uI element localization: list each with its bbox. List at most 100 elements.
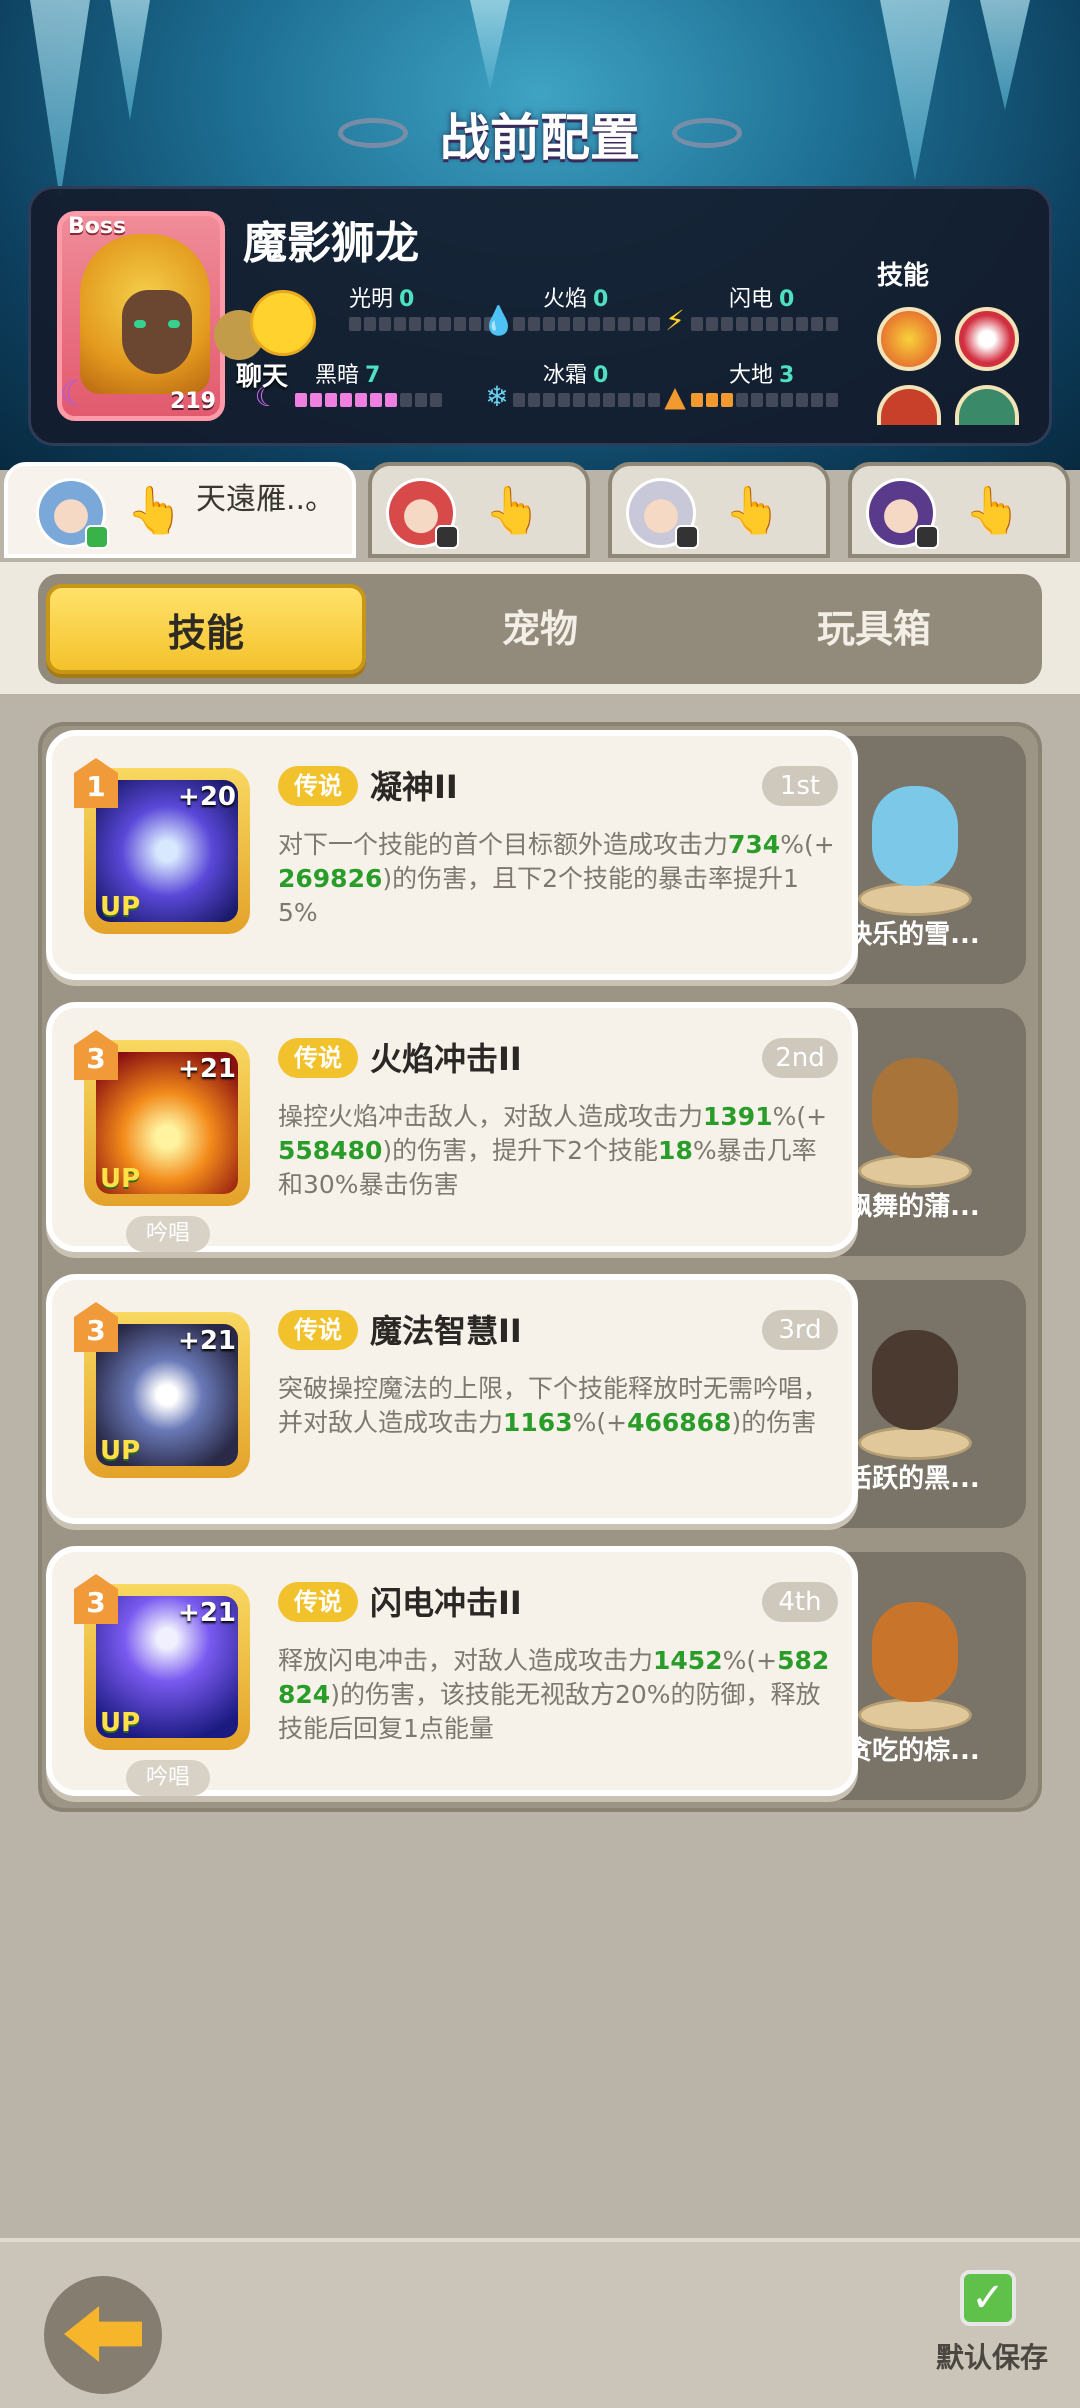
element-bar-segment: [736, 317, 748, 331]
element-bar-segment: [751, 317, 763, 331]
element-bar-segment: [310, 393, 322, 407]
category-tabs-wrap: 技能 宠物 玩具箱: [0, 562, 1080, 694]
skill-order: 4th: [762, 1582, 838, 1622]
element-bar-segment: [691, 393, 703, 407]
skill-name: 魔法智慧II: [370, 1312, 522, 1350]
element-bar-segment: [439, 317, 451, 331]
boss-name: 魔影狮龙: [243, 218, 419, 269]
element-bar-segment: [826, 393, 838, 407]
skill-description: 释放闪电冲击，对敌人造成攻击力1452%(+582824)的伤害，该技能无视敌方…: [278, 1646, 830, 1743]
hero-name: 天遠雁..。: [196, 482, 336, 517]
boss-skill-icon[interactable]: [955, 307, 1019, 371]
element-bar-segment: [513, 393, 525, 407]
chat-label[interactable]: 聊天: [236, 356, 288, 393]
element-bar-segment: [543, 317, 555, 331]
hero-tab-2[interactable]: 👆: [368, 462, 590, 558]
tap-hand-icon: 👆: [964, 483, 1022, 537]
boss-card[interactable]: Boss ☾ 219: [57, 211, 225, 421]
skill-order: 1st: [762, 766, 838, 806]
boss-level: 219: [170, 389, 216, 414]
element-bar-segment: [573, 317, 585, 331]
chant-badge: 吟唱: [126, 1216, 210, 1252]
skill-card-1[interactable]: 1 +20 UP 传说 凝神II 1st 对下一个技能的首个目标额外造成攻击力7…: [46, 730, 858, 980]
element-bar-segment: [751, 393, 763, 407]
tab-skills[interactable]: 技能: [46, 584, 366, 674]
element-bar-segment: [573, 393, 585, 407]
element-bar-segment: [355, 393, 367, 407]
hero-tab-4[interactable]: 👆: [848, 462, 1070, 558]
element-bar-segment: [811, 393, 823, 407]
tab-pets[interactable]: 宠物: [380, 584, 700, 674]
element-bar-segment: [796, 317, 808, 331]
pet-figure: [850, 756, 980, 916]
earth-icon: ▲: [664, 380, 686, 413]
boss-tag: Boss: [68, 214, 127, 239]
element-bar-segment: [385, 393, 397, 407]
element-bar-segment: [588, 393, 600, 407]
element-bar-segment: [766, 393, 778, 407]
skill-card-4[interactable]: 3 +21 UP 吟唱 传说 闪电冲击II 4th 释放闪电冲击，对敌人造成攻击…: [46, 1546, 858, 1796]
element-bar-segment: [430, 393, 442, 407]
rarity-badge: 传说: [278, 1038, 358, 1078]
element-bar-segment: [558, 317, 570, 331]
tap-hand-icon: 👆: [484, 483, 542, 537]
hero-avatar: [626, 478, 699, 549]
boss-skill-icon[interactable]: [877, 385, 941, 425]
fire-icon: 💧: [481, 304, 516, 337]
skill-description: 对下一个技能的首个目标额外造成攻击力734%(+269826)的伤害，且下2个技…: [278, 830, 835, 927]
hero-avatar: [866, 478, 939, 549]
lightning-icon: ⚡: [665, 304, 685, 337]
boss-banner: 战前配置 Boss ☾ 219 魔影狮龙 光明 0 💧 火焰 0 ⚡ 闪电 0 ☾: [0, 0, 1080, 470]
rarity-badge: 传说: [278, 766, 358, 806]
element-bar-segment: [513, 317, 525, 331]
rarity-badge: 传说: [278, 1310, 358, 1350]
element-bar-segment: [603, 317, 615, 331]
rarity-badge: 传说: [278, 1582, 358, 1622]
element-lightning: ⚡ 闪电 0: [659, 281, 879, 341]
pet-figure: [850, 1028, 980, 1188]
tab-toybox[interactable]: 玩具箱: [714, 584, 1034, 674]
category-tabs: 技能 宠物 玩具箱: [38, 574, 1042, 684]
default-save-label[interactable]: 默认保存: [936, 2336, 1048, 2376]
skill-icon: 3 +21 UP: [74, 1030, 250, 1206]
element-bar-segment: [721, 393, 733, 407]
element-bar-segment: [721, 317, 733, 331]
hero-tab-3[interactable]: 👆: [608, 462, 830, 558]
element-bar-segment: [543, 393, 555, 407]
bottom-bar: ✓ 默认保存: [0, 2238, 1080, 2408]
hero-tab-1[interactable]: 👆 天遠雁..。: [4, 462, 356, 558]
back-button[interactable]: [44, 2276, 162, 2394]
element-bar-segment: [349, 317, 361, 331]
default-save-checkbox[interactable]: ✓: [960, 2270, 1016, 2326]
element-bar-segment: [394, 317, 406, 331]
element-bar-segment: [796, 393, 808, 407]
chant-badge: 吟唱: [126, 1760, 210, 1796]
element-bar-segment: [400, 393, 412, 407]
skill-description: 操控火焰冲击敌人，对敌人造成攻击力1391%(+558480)的伤害，提升下2个…: [278, 1102, 828, 1199]
element-bar-segment: [370, 393, 382, 407]
skill-icon: 1 +20 UP: [74, 758, 250, 934]
skill-name: 闪电冲击II: [370, 1584, 522, 1622]
chat-button[interactable]: [214, 290, 324, 360]
skill-icon: 3 +21 UP: [74, 1302, 250, 1478]
element-bar-segment: [633, 317, 645, 331]
element-bar-segment: [691, 317, 703, 331]
element-bar-segment: [618, 317, 630, 331]
skill-order: 2nd: [762, 1038, 838, 1078]
page-title: 战前配置: [440, 109, 640, 167]
element-bar-segment: [379, 317, 391, 331]
element-bar-segment: [736, 393, 748, 407]
boss-skill-icon[interactable]: [877, 307, 941, 371]
element-bar-segment: [633, 393, 645, 407]
element-bar-segment: [340, 393, 352, 407]
boss-info-panel: Boss ☾ 219 魔影狮龙 光明 0 💧 火焰 0 ⚡ 闪电 0 ☾ 黑暗 7 ❄ …: [28, 186, 1052, 446]
skill-card-2[interactable]: 3 +21 UP 吟唱 传说 火焰冲击II 2nd 操控火焰冲击敌人，对敌人造成…: [46, 1002, 858, 1252]
skill-card-3[interactable]: 3 +21 UP 传说 魔法智慧II 3rd 突破操控魔法的上限，下个技能释放时…: [46, 1274, 858, 1524]
element-bar-segment: [618, 393, 630, 407]
skill-description: 突破操控魔法的上限，下个技能释放时无需吟唱，并对敌人造成攻击力1163%(+46…: [278, 1374, 829, 1437]
element-bar-segment: [325, 393, 337, 407]
element-bar-segment: [826, 317, 838, 331]
snowflake-icon: ❄: [485, 380, 509, 413]
element-bar-segment: [424, 317, 436, 331]
boss-skill-icon[interactable]: [955, 385, 1019, 425]
